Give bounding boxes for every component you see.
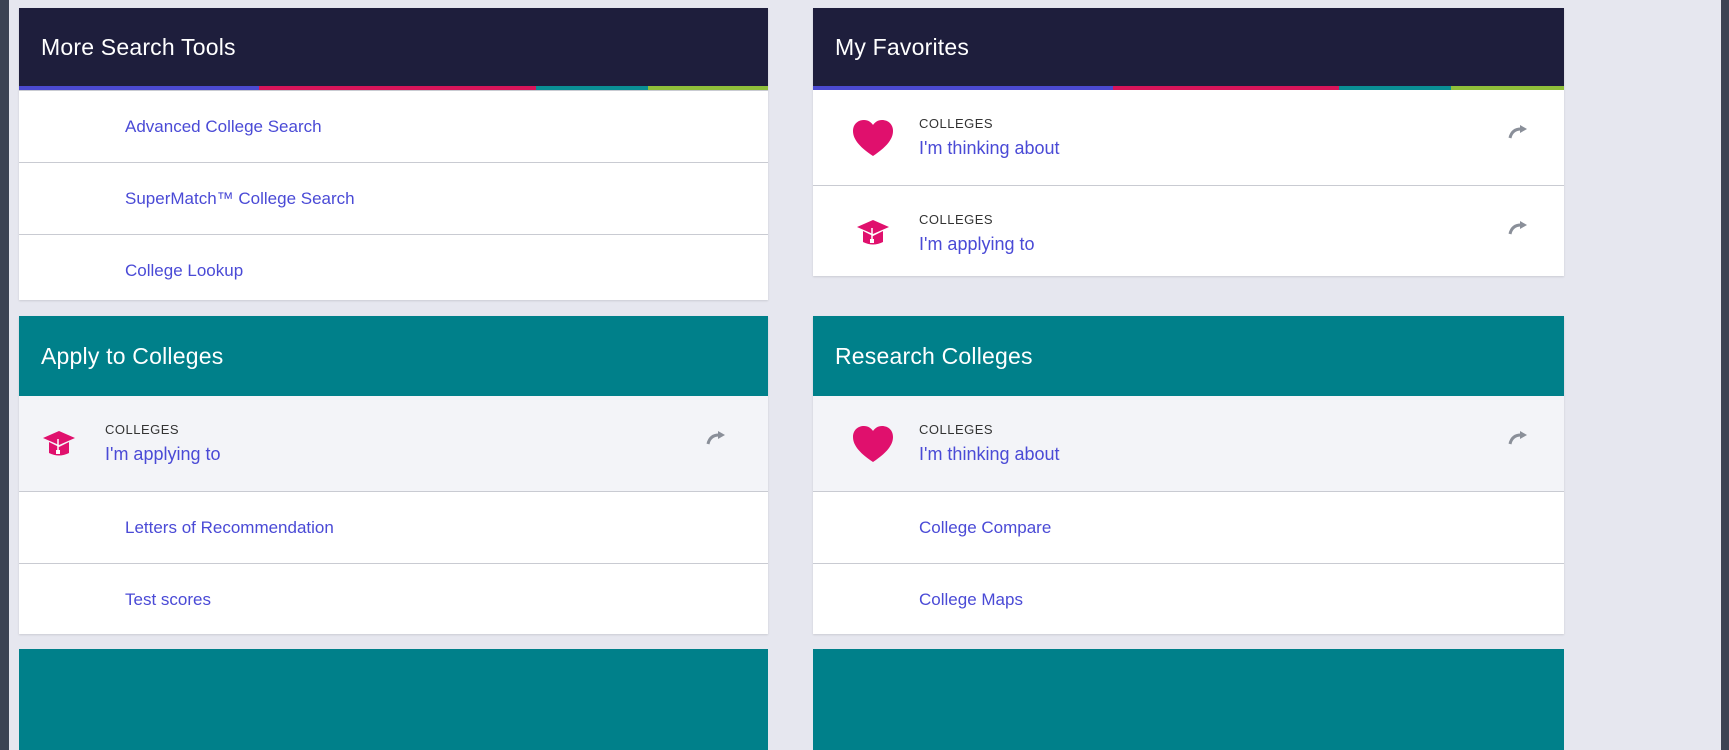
color-stripe xyxy=(19,86,768,90)
card-title: Apply to Colleges xyxy=(41,342,224,369)
favorite-label: I'm applying to xyxy=(919,233,1035,254)
college-lookup-link[interactable]: College Lookup xyxy=(19,234,768,300)
favorite-category: COLLEGES xyxy=(919,116,994,131)
favorite-thinking-about-row[interactable]: COLLEGES I'm thinking about xyxy=(813,90,1564,185)
heart-icon xyxy=(843,424,903,464)
college-maps-link[interactable]: College Maps xyxy=(813,563,1564,634)
apply-to-colleges-header: Apply to Colleges xyxy=(19,316,768,396)
link-label: College Lookup xyxy=(125,260,244,280)
apply-to-colleges-card: Apply to Colleges COLLEGES I'm applying … xyxy=(19,316,768,634)
advanced-college-search-link[interactable]: Advanced College Search xyxy=(19,90,768,162)
share-arrow-icon[interactable] xyxy=(706,430,728,446)
share-arrow-icon[interactable] xyxy=(1508,124,1530,140)
share-arrow-icon[interactable] xyxy=(1508,220,1530,236)
favorite-thinking-about-row[interactable]: COLLEGES I'm thinking about xyxy=(813,396,1564,491)
graduation-cap-icon xyxy=(29,429,89,459)
college-compare-link[interactable]: College Compare xyxy=(813,491,1564,563)
link-label: College Maps xyxy=(919,589,1023,609)
link-label: SuperMatch™ College Search xyxy=(125,188,355,208)
card-title: More Search Tools xyxy=(41,33,236,60)
left-window-edge xyxy=(0,0,9,750)
share-arrow-icon[interactable] xyxy=(1508,430,1530,446)
lower-right-card-header xyxy=(813,649,1564,750)
test-scores-link[interactable]: Test scores xyxy=(19,563,768,634)
my-favorites-header: My Favorites xyxy=(813,8,1564,86)
research-colleges-card: Research Colleges COLLEGES I'm thinking … xyxy=(813,316,1564,634)
graduation-cap-icon xyxy=(843,218,903,248)
link-label: College Compare xyxy=(919,517,1052,537)
favorite-label: I'm thinking about xyxy=(919,138,1060,158)
link-label: Advanced College Search xyxy=(125,116,322,136)
card-title: My Favorites xyxy=(835,33,970,60)
favorite-applying-to-row[interactable]: COLLEGES I'm applying to xyxy=(19,396,768,491)
letters-of-recommendation-link[interactable]: Letters of Recommendation xyxy=(19,491,768,563)
right-window-edge xyxy=(1721,0,1729,750)
heart-icon xyxy=(843,118,903,158)
more-search-tools-card: More Search Tools Advanced College Searc… xyxy=(19,8,768,300)
my-favorites-card: My Favorites COLLEGES I'm thinking about… xyxy=(813,8,1564,276)
supermatch-college-search-link[interactable]: SuperMatch™ College Search xyxy=(19,162,768,234)
research-colleges-header: Research Colleges xyxy=(813,316,1564,396)
more-search-tools-header: More Search Tools xyxy=(19,8,768,86)
favorite-label: I'm thinking about xyxy=(919,444,1060,464)
link-label: Letters of Recommendation xyxy=(125,517,334,537)
favorite-category: COLLEGES xyxy=(919,211,994,227)
link-label: Test scores xyxy=(125,589,211,609)
lower-left-card-header xyxy=(19,649,768,750)
card-title: Research Colleges xyxy=(835,342,1033,369)
favorite-category: COLLEGES xyxy=(919,422,994,437)
favorite-applying-to-row[interactable]: COLLEGES I'm applying to xyxy=(813,185,1564,276)
favorite-label: I'm applying to xyxy=(105,444,221,464)
favorite-category: COLLEGES xyxy=(105,422,180,437)
